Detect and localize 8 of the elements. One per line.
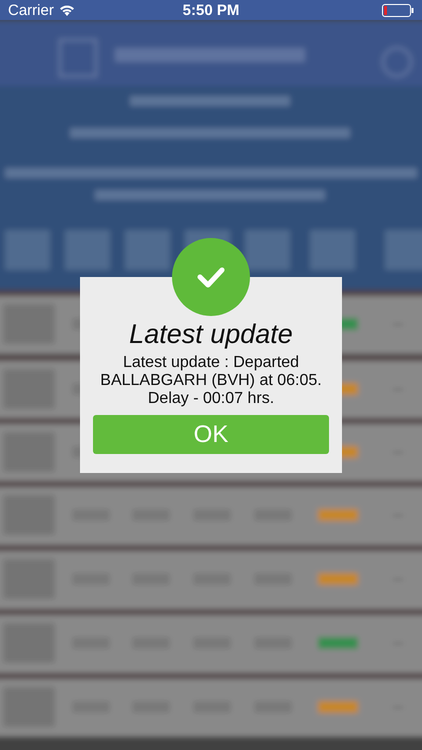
checkmark-icon [197,266,225,288]
wifi-icon [58,4,75,16]
battery-icon [382,4,414,16]
dialog-title: Latest update [129,319,293,349]
dialog-message: Latest update : Departed BALLABGARH (BVH) at 06:05. Delay - 00:07 hrs. [99,354,323,408]
clock-time: 5:50 PM [182,2,240,18]
carrier-label: Carrier [8,2,54,18]
ok-button[interactable]: OK [93,415,329,454]
